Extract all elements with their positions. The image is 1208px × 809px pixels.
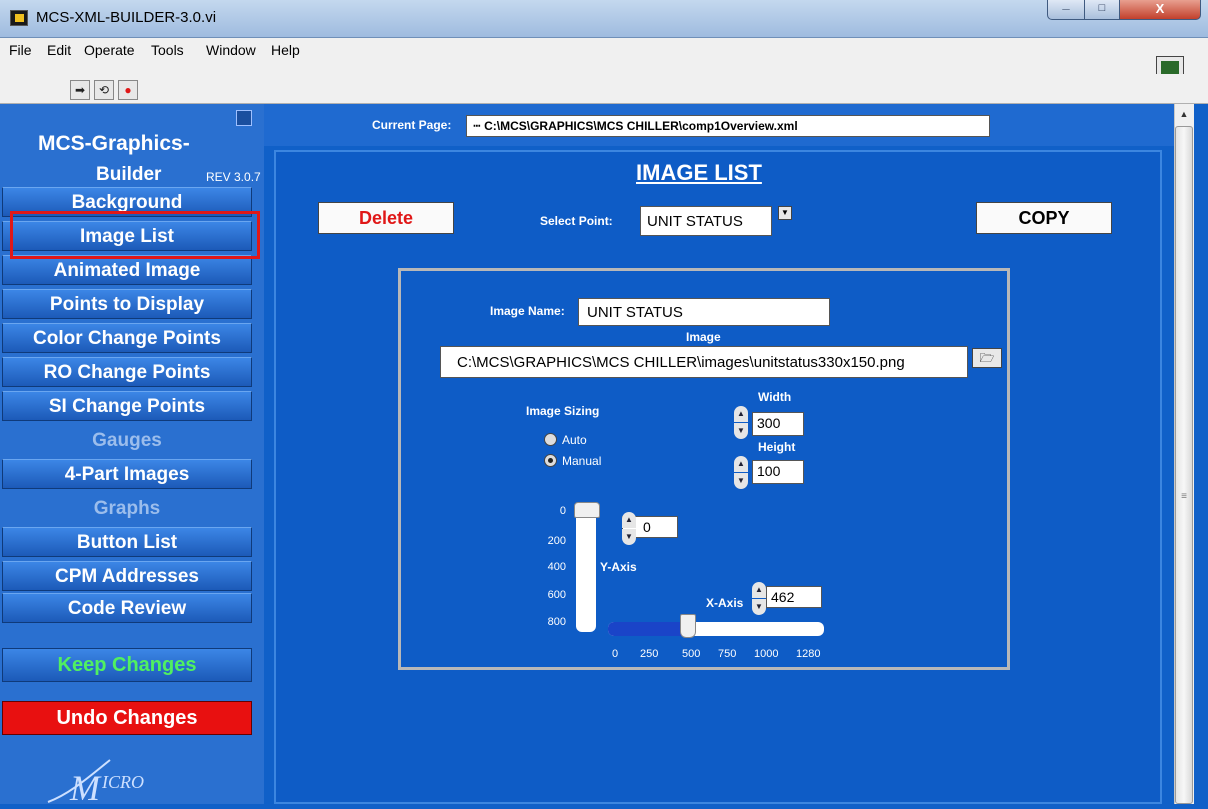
- sizing-manual-radio[interactable]: [544, 454, 557, 467]
- minimize-button[interactable]: _: [1047, 0, 1085, 20]
- selected-nav-highlight: [10, 211, 260, 259]
- current-page-field: ⵈ C:\MCS\GRAPHICS\MCS CHILLER\comp1Overv…: [466, 115, 990, 137]
- maximize-button[interactable]: □: [1084, 0, 1120, 20]
- x-axis-stepper[interactable]: [752, 582, 766, 616]
- nav-cpm-addresses[interactable]: CPM Addresses: [2, 561, 252, 591]
- nav-points-to-display[interactable]: Points to Display: [2, 289, 252, 319]
- nav-code-review[interactable]: Code Review: [2, 593, 252, 623]
- nav-ro-change-points[interactable]: RO Change Points: [2, 357, 252, 387]
- y-tick-label: 800: [547, 616, 566, 628]
- nav-gauges: Gauges: [92, 430, 162, 451]
- section-title: IMAGE LIST: [636, 160, 762, 185]
- maximize-icon: □: [1098, 2, 1106, 14]
- width-input[interactable]: 300: [752, 412, 804, 436]
- width-stepper[interactable]: [734, 406, 748, 440]
- x-axis-input[interactable]: 462: [766, 586, 822, 608]
- height-stepper[interactable]: [734, 456, 748, 490]
- nav-4-part-images[interactable]: 4-Part Images: [2, 459, 252, 489]
- x-tick-label: 1280: [796, 648, 821, 660]
- micro-logo: M ICRO: [40, 754, 220, 808]
- abort-icon[interactable]: ●: [118, 80, 138, 100]
- image-path-label: Image: [686, 330, 721, 344]
- current-page-value: C:\MCS\GRAPHICS\MCS CHILLER\comp1Overvie…: [484, 119, 798, 133]
- x-tick-label: 250: [640, 648, 659, 660]
- toolbar: [0, 74, 1208, 104]
- y-tick-label: 400: [547, 561, 566, 573]
- y-axis-stepper[interactable]: [622, 512, 636, 546]
- brand-title: MCS-Graphics-: [38, 132, 190, 155]
- select-point-label: Select Point:: [540, 214, 613, 228]
- image-sizing-label: Image Sizing: [526, 404, 600, 418]
- image-path-input[interactable]: C:\MCS\GRAPHICS\MCS CHILLER\images\units…: [440, 346, 968, 378]
- y-tick-label: 600: [547, 589, 566, 601]
- brand-subtitle: Builder: [96, 164, 162, 185]
- nav-color-change-points[interactable]: Color Change Points: [2, 323, 252, 353]
- x-axis-slider-thumb[interactable]: [680, 614, 696, 638]
- image-name-input[interactable]: UNIT STATUS: [578, 298, 830, 326]
- window-right-edge: [1194, 104, 1208, 804]
- scroll-up-arrow-icon[interactable]: ▲: [1174, 104, 1194, 124]
- current-page-label: Current Page:: [372, 118, 452, 132]
- minimize-icon: _: [1062, 0, 1070, 11]
- nav-animated-image[interactable]: Animated Image: [2, 255, 252, 285]
- image-properties-box: [398, 268, 1010, 670]
- menu-help[interactable]: Help: [271, 42, 300, 58]
- sizing-auto-label: Auto: [562, 433, 587, 447]
- nav-graphs: Graphs: [93, 498, 161, 519]
- svg-text:ICRO: ICRO: [101, 772, 144, 792]
- menu-tools[interactable]: Tools: [151, 42, 184, 58]
- y-axis-slider-track[interactable]: [576, 506, 596, 632]
- micro-logo-mark: M ICRO: [47, 759, 144, 808]
- select-point-dropdown[interactable]: UNIT STATUS: [640, 206, 772, 236]
- image-name-label: Image Name:: [490, 304, 565, 318]
- window-title: MCS-XML-BUILDER-3.0.vi: [36, 9, 217, 26]
- nav-button-list[interactable]: Button List: [2, 527, 252, 557]
- x-tick-label: 750: [718, 648, 737, 660]
- x-tick-label: 500: [682, 648, 701, 660]
- x-tick-label: 1000: [754, 648, 779, 660]
- height-input[interactable]: 100: [752, 460, 804, 484]
- y-tick-label: 200: [547, 535, 566, 547]
- scrollbar-grip-icon: ≡: [1181, 491, 1187, 502]
- x-tick-label: 0: [612, 648, 619, 660]
- menu-file[interactable]: File: [9, 42, 32, 58]
- menu-edit[interactable]: Edit: [47, 42, 71, 58]
- copy-button[interactable]: COPY: [976, 202, 1112, 234]
- file-path-icon: ⵈ: [473, 119, 485, 133]
- dropdown-arrow-icon[interactable]: ▼: [778, 206, 792, 220]
- undo-changes-button[interactable]: Undo Changes: [2, 701, 252, 735]
- run-arrow-icon[interactable]: ➡: [70, 80, 90, 100]
- y-tick-label: 0: [559, 505, 566, 517]
- y-axis-label: Y-Axis: [600, 560, 637, 574]
- revision-label: REV 3.0.7: [206, 170, 261, 184]
- y-axis-slider-thumb[interactable]: [574, 502, 600, 518]
- width-label: Width: [758, 390, 792, 404]
- sizing-manual-label: Manual: [562, 454, 602, 468]
- nav-si-change-points[interactable]: SI Change Points: [2, 391, 252, 421]
- svg-text:M: M: [69, 768, 102, 804]
- run-continuously-icon[interactable]: ⟲: [94, 80, 114, 100]
- x-axis-slider-fill: [608, 622, 688, 636]
- keep-changes-button[interactable]: Keep Changes: [2, 648, 252, 682]
- menu-window[interactable]: Window: [206, 42, 256, 58]
- close-button[interactable]: X: [1119, 0, 1201, 20]
- delete-button[interactable]: Delete: [318, 202, 454, 234]
- sidebar-toggle-checkbox[interactable]: [236, 110, 252, 126]
- labview-app-icon: [10, 10, 28, 26]
- scrollbar-thumb[interactable]: [1175, 126, 1193, 804]
- sizing-auto-radio[interactable]: [544, 433, 557, 446]
- browse-folder-icon[interactable]: 🗁: [972, 348, 1002, 368]
- height-label: Height: [758, 440, 796, 454]
- menu-operate[interactable]: Operate: [84, 42, 135, 58]
- x-axis-label: X-Axis: [706, 596, 744, 610]
- close-icon: X: [1155, 1, 1165, 16]
